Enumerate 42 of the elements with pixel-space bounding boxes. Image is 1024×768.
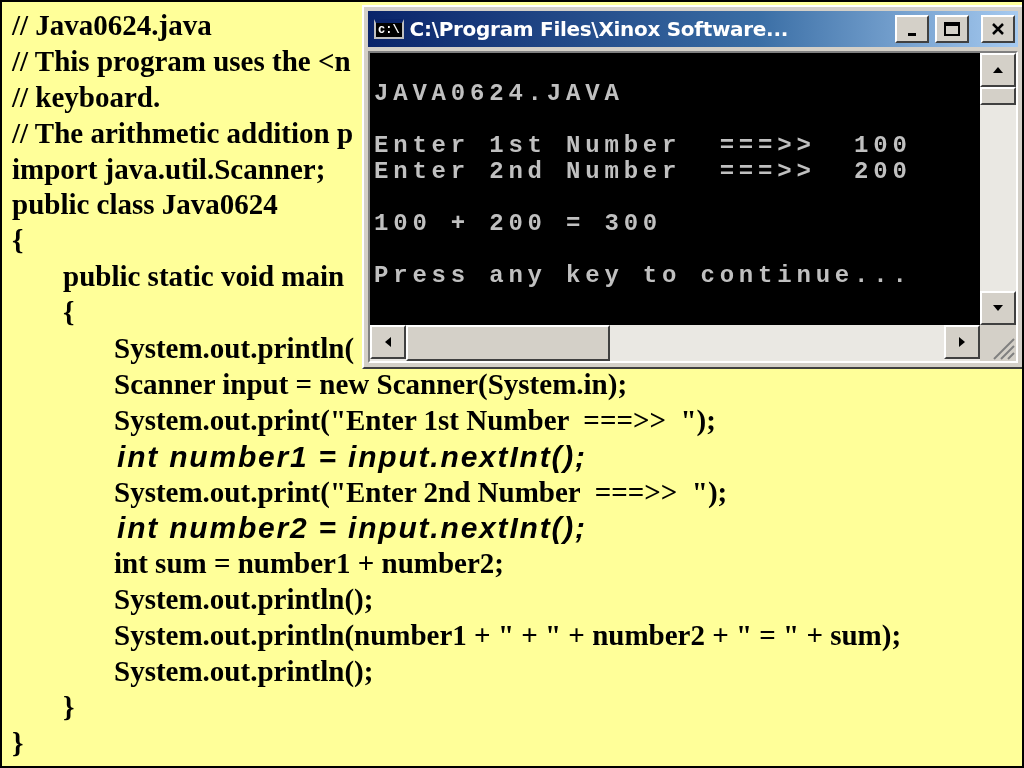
scroll-left-button[interactable] (370, 325, 406, 359)
console-text: Enter 1st Number ===>> 100 (374, 133, 913, 159)
scroll-thumb[interactable] (980, 87, 1016, 105)
close-button[interactable] (981, 15, 1015, 43)
console-text: JAVA0624.JAVA (374, 81, 625, 107)
code-line: int number1 = input.nextInt(); (117, 438, 587, 475)
scroll-up-button[interactable] (980, 53, 1016, 87)
minimize-icon (908, 32, 916, 36)
code-line: public static void main (63, 259, 345, 295)
code-line: System.out.print("Enter 2nd Number ===>> "); (114, 474, 728, 510)
console-text: 100 + 200 = 300 (374, 211, 664, 237)
close-icon (991, 22, 1005, 36)
code-line: // The arithmetic addition p (12, 115, 354, 151)
code-line: int sum = number1 + number2; (114, 546, 504, 582)
scroll-right-button[interactable] (944, 325, 980, 359)
code-line: { (12, 223, 24, 259)
minimize-button[interactable] (895, 15, 929, 43)
code-line: } (63, 689, 75, 725)
code-line: // Java0624.java (12, 8, 212, 43)
code-line: System.out.print("Enter 1st Number ===>> "); (114, 402, 716, 438)
code-line: System.out.println(number1 + " + " + number2 + " = " + sum); (114, 618, 902, 654)
code-line: System.out.println( (114, 331, 355, 366)
code-line: // This program uses the <n (12, 43, 351, 79)
horizontal-scrollbar[interactable] (370, 325, 980, 361)
scroll-down-button[interactable] (980, 291, 1016, 325)
window-title: C:\Program Files\Xinox Software... (409, 17, 789, 41)
console-text: Press any key to continue... (374, 263, 913, 289)
code-line: } (12, 725, 24, 761)
maximize-button[interactable] (935, 15, 969, 43)
console-text: Enter 2nd Number ===>> 200 (374, 159, 913, 185)
code-line: import java.util.Scanner; (12, 151, 326, 187)
code-line: // keyboard. (12, 79, 161, 115)
scroll-thumb[interactable] (406, 325, 610, 361)
code-line: { (63, 295, 75, 331)
maximize-icon (944, 22, 960, 36)
vertical-scrollbar[interactable] (980, 53, 1016, 325)
code-line: System.out.println(); (114, 654, 374, 690)
console-icon: c:\ (374, 19, 404, 39)
code-line: Scanner input = new Scanner(System.in); (114, 366, 628, 402)
code-line: System.out.println(); (114, 582, 374, 618)
code-line: public class Java0624 (12, 187, 278, 223)
code-line: int number2 = input.nextInt(); (117, 510, 587, 547)
